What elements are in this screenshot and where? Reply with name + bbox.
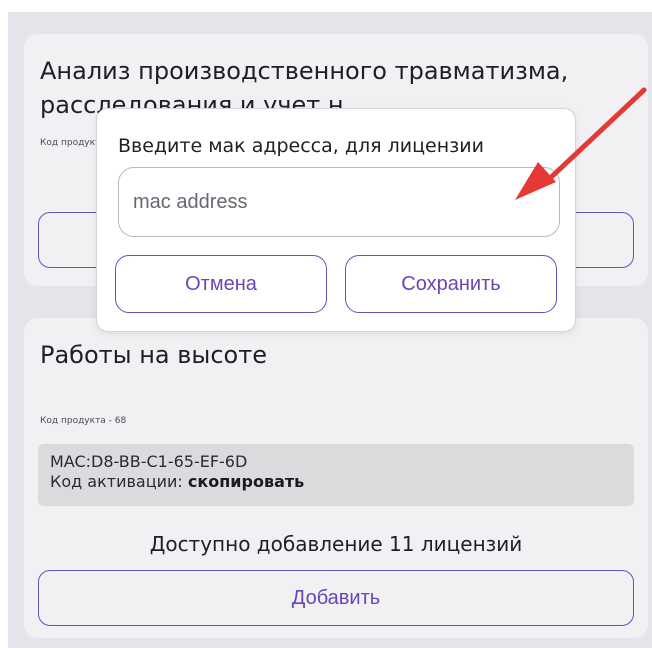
copy-activation-link[interactable]: скопировать — [188, 472, 304, 491]
card-title: Анализ производственного травматизма, — [40, 57, 569, 85]
mac-address-input[interactable] — [118, 167, 560, 237]
cancel-button[interactable]: Отмена — [115, 255, 327, 313]
add-license-button[interactable]: Добавить — [38, 570, 634, 626]
product-card-height-work: Работы на высоте Код продукта - 68 MAC:D… — [24, 318, 648, 638]
mac-address-dialog: Введите мак адресса, для лицензии Отмена… — [96, 108, 576, 332]
product-code: Код продукта - 68 — [40, 416, 127, 426]
available-licenses-text: Доступно добавление 11 лицензий — [149, 532, 523, 556]
dialog-prompt: Введите мак адресса, для лицензии — [118, 135, 484, 157]
license-info-box: MAC:D8-BB-C1-65-EF-6D Код активации: ско… — [38, 444, 634, 506]
activation-code-row: Код активации: скопировать — [50, 472, 622, 492]
card-title: Работы на высоте — [40, 341, 267, 369]
activation-code-label: Код активации: — [50, 472, 188, 491]
mac-address-text: MAC:D8-BB-C1-65-EF-6D — [50, 452, 248, 471]
save-button[interactable]: Сохранить — [345, 255, 557, 313]
